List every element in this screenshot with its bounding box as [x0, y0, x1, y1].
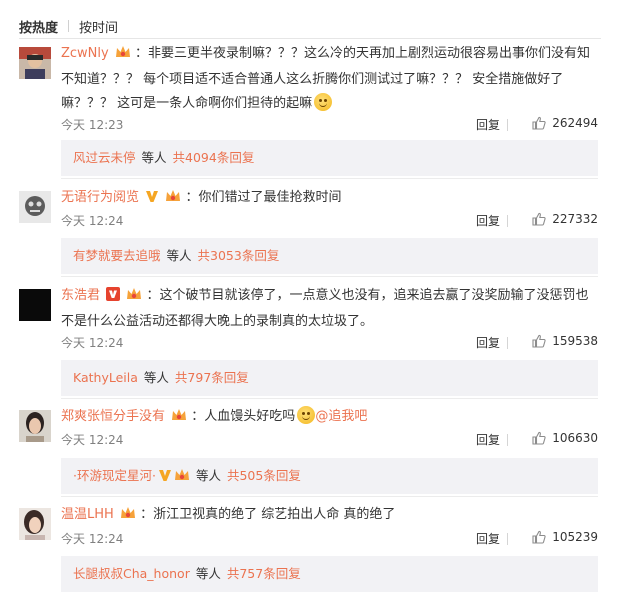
- thumbs-up-icon: [532, 431, 546, 445]
- smile-emoji-icon: [314, 93, 333, 111]
- vip-crown-icon: [165, 188, 181, 212]
- verified-v-icon: [145, 188, 159, 212]
- reply-others-text: 等人: [195, 566, 221, 581]
- comment-body: ：浙江卫视真的绝了 综艺拍出人命 真的绝了: [140, 507, 396, 522]
- comment-text: 东浩君 ：这个破节目就该停了，一点意义也没有，追来追去赢了没奖励输了没惩罚也不是…: [61, 284, 598, 334]
- comment-divider: [61, 496, 598, 497]
- reply-button[interactable]: 回复: [476, 334, 500, 351]
- comment-time: 今天 12:24: [61, 532, 124, 546]
- like-button[interactable]: 105239: [532, 530, 598, 544]
- comment-divider: [61, 178, 598, 179]
- like-button[interactable]: 159538: [532, 334, 598, 348]
- comment-meta: 今天 12:24 回复 105239: [61, 530, 598, 548]
- reply-button[interactable]: 回复: [476, 530, 500, 547]
- meta-divider: [507, 533, 508, 545]
- like-count: 105239: [552, 530, 598, 544]
- reply-count-link[interactable]: 共797条回复: [175, 370, 249, 385]
- reply-button[interactable]: 回复: [476, 212, 500, 229]
- vip-crown-icon: [171, 407, 187, 431]
- comment-username[interactable]: ZcwNly: [61, 46, 109, 61]
- sort-bar: 按热度 按时间: [19, 17, 118, 36]
- reply-username[interactable]: ·环游现定星河·: [73, 468, 156, 483]
- reply-summary[interactable]: 风过云未停 等人 共4094条回复: [61, 140, 598, 176]
- reply-summary[interactable]: 有梦就要去追哦 等人 共3053条回复: [61, 238, 598, 274]
- like-count: 106630: [552, 431, 598, 445]
- comment-meta: 今天 12:23 回复 262494: [61, 116, 598, 134]
- comment-body: ：人血馒头好吃吗: [191, 409, 296, 424]
- reply-count-link[interactable]: 共505条回复: [227, 468, 301, 483]
- reply-others-text: 等人: [166, 248, 192, 263]
- reply-summary[interactable]: ·环游现定星河· 等人 共505条回复: [61, 458, 598, 494]
- like-button[interactable]: 262494: [532, 116, 598, 130]
- comment-time: 今天 12:24: [61, 433, 124, 447]
- comment-username[interactable]: 温温LHH: [61, 507, 114, 522]
- comment-divider: [61, 276, 598, 277]
- avatar[interactable]: [19, 289, 51, 321]
- comment-text: ZcwNly ：非要三更半夜录制嘛？？？这么冷的天再加上剧烈运动很容易出事你们没…: [61, 42, 598, 116]
- reply-summary[interactable]: KathyLeila 等人 共797条回复: [61, 360, 598, 396]
- like-button[interactable]: 106630: [532, 431, 598, 445]
- thumbs-up-icon: [532, 116, 546, 130]
- avatar[interactable]: [19, 47, 51, 79]
- header-divider: [19, 38, 601, 39]
- comment-meta: 今天 12:24 回复 159538: [61, 334, 598, 352]
- reply-count-link[interactable]: 共757条回复: [227, 566, 301, 581]
- thumbs-up-icon: [532, 212, 546, 226]
- comment-divider: [61, 398, 598, 399]
- comment-body: ：你们错过了最佳抢救时间: [185, 190, 342, 205]
- meta-divider: [507, 434, 508, 446]
- verified-v-icon: [158, 460, 172, 496]
- reply-username[interactable]: KathyLeila: [73, 370, 138, 385]
- vip-crown-icon: [174, 460, 190, 496]
- comment-text: 温温LHH ：浙江卫视真的绝了 综艺拍出人命 真的绝了: [61, 503, 598, 529]
- sort-by-time-tab[interactable]: 按时间: [79, 17, 118, 36]
- comment-text: 无语行为阅览 ：你们错过了最佳抢救时间: [61, 186, 598, 212]
- comment-username[interactable]: 无语行为阅览: [61, 190, 139, 205]
- avatar[interactable]: [19, 191, 51, 223]
- thumbs-up-icon: [532, 334, 546, 348]
- meta-divider: [507, 215, 508, 227]
- like-count: 159538: [552, 334, 598, 348]
- comment-meta: 今天 12:24 回复 106630: [61, 431, 598, 449]
- sort-divider: [68, 20, 70, 32]
- vip-crown-icon: [115, 44, 131, 68]
- comment-time: 今天 12:24: [61, 336, 124, 350]
- comment-time: 今天 12:24: [61, 214, 124, 228]
- vip-crown-icon: [120, 505, 136, 529]
- reply-others-text: 等人: [143, 370, 169, 385]
- verified-red-v-icon: [106, 286, 121, 310]
- comment-username[interactable]: 东浩君: [61, 288, 100, 303]
- like-count: 262494: [552, 116, 598, 130]
- smile-emoji-icon: [297, 406, 316, 424]
- reply-username[interactable]: 长腿叔叔Cha_honor: [73, 566, 190, 581]
- avatar[interactable]: [19, 508, 51, 540]
- comment-text: 郑爽张恒分手没有 ：人血馒头好吃吗 @追我吧: [61, 405, 598, 431]
- comment-username[interactable]: 郑爽张恒分手没有: [61, 409, 165, 424]
- mention-link[interactable]: @追我吧: [315, 409, 367, 424]
- reply-username[interactable]: 有梦就要去追哦: [73, 248, 161, 263]
- reply-count-link[interactable]: 共3053条回复: [198, 248, 280, 263]
- reply-count-link[interactable]: 共4094条回复: [173, 150, 255, 165]
- reply-summary[interactable]: 长腿叔叔Cha_honor 等人 共757条回复: [61, 556, 598, 592]
- sort-by-hot-tab[interactable]: 按热度: [19, 17, 58, 36]
- reply-username[interactable]: 风过云未停: [73, 150, 136, 165]
- reply-others-text: 等人: [141, 150, 167, 165]
- like-button[interactable]: 227332: [532, 212, 598, 226]
- comment-time: 今天 12:23: [61, 118, 124, 132]
- avatar[interactable]: [19, 410, 51, 442]
- reply-others-text: 等人: [195, 468, 221, 483]
- thumbs-up-icon: [532, 530, 546, 544]
- meta-divider: [507, 337, 508, 349]
- reply-button[interactable]: 回复: [476, 431, 500, 448]
- reply-button[interactable]: 回复: [476, 116, 500, 133]
- like-count: 227332: [552, 212, 598, 226]
- meta-divider: [507, 119, 508, 131]
- comment-meta: 今天 12:24 回复 227332: [61, 212, 598, 230]
- vip-crown-icon: [126, 286, 142, 310]
